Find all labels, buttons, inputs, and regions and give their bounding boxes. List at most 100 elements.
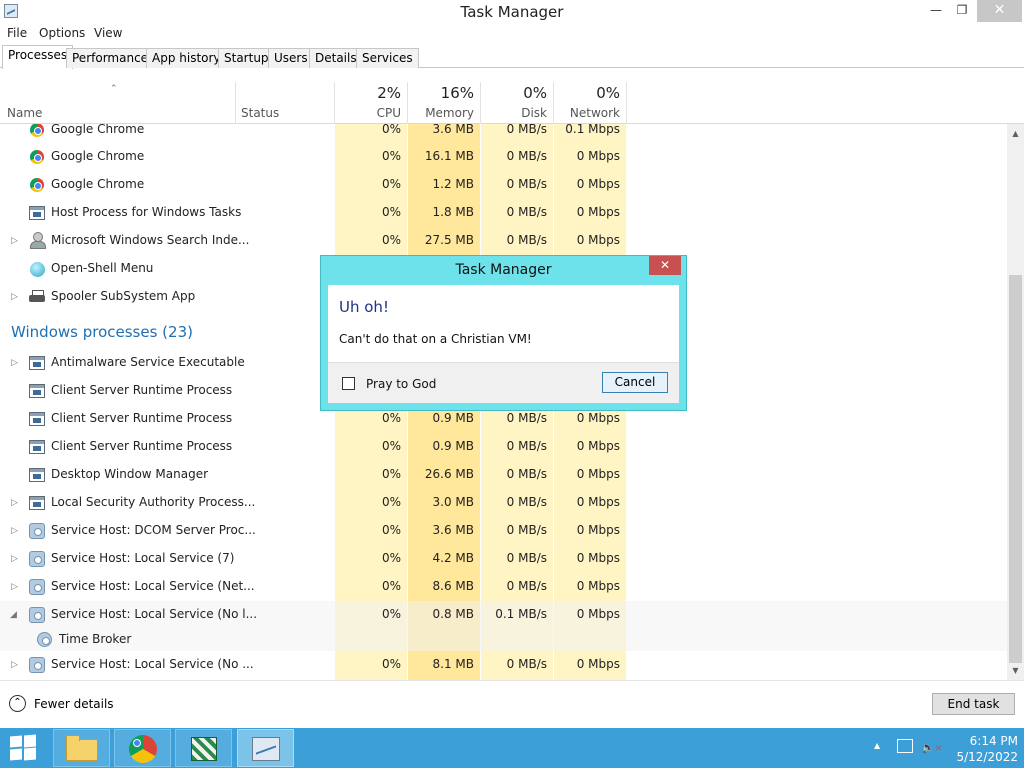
expand-chevron-icon[interactable]: ▷ [11,554,18,564]
cpu-value: 0% [381,205,401,219]
cpu-value: 0% [381,523,401,537]
memory-total: 16% [440,84,474,102]
app-window-icon [29,356,45,370]
column-name[interactable]: Name [7,106,42,120]
menu-options[interactable]: Options [39,26,85,40]
windows-start-icon[interactable] [10,734,38,761]
scroll-up-icon[interactable]: ▲ [1007,126,1024,142]
process-name[interactable]: Client Server Runtime Process [51,439,232,453]
network-icon[interactable] [897,739,913,753]
tray-expand-icon[interactable]: ▲ [874,741,880,750]
expand-chevron-icon[interactable]: ▷ [11,358,18,368]
process-name[interactable]: Service Host: Local Service (No ... [51,657,254,671]
folder-icon [66,739,98,761]
disk-value: 0 MB/s [506,657,547,671]
fewer-details-link[interactable]: Fewer details [34,697,114,711]
process-name[interactable]: Google Chrome [51,124,144,136]
pray-checkbox-label[interactable]: Pray to God [366,377,436,391]
process-name[interactable]: Service Host: Local Service (7) [51,551,234,565]
taskbar-app-window[interactable] [175,729,232,767]
tab-users[interactable]: Users [268,48,314,68]
dialog-content [328,285,679,362]
expand-chevron-icon[interactable]: ▷ [11,236,18,246]
network-total: 0% [596,84,620,102]
tab-app-history[interactable]: App history [146,48,227,68]
tray-clock[interactable]: 6:14 PM 5/12/2022 [930,733,1018,765]
process-name[interactable]: Client Server Runtime Process [51,383,232,397]
expand-chevron-icon[interactable]: ▷ [11,660,18,670]
process-name[interactable]: Service Host: Local Service (Net... [51,579,255,593]
gear-icon [29,551,45,567]
taskbar-task-manager[interactable] [237,729,294,767]
column-network[interactable]: Network [553,106,620,120]
disk-value: 0 MB/s [506,551,547,565]
dialog-close-button[interactable]: ✕ [649,256,681,275]
expand-chevron-icon[interactable]: ▷ [11,498,18,508]
dialog-cancel-button[interactable]: Cancel [602,372,668,393]
process-name[interactable]: Service Host: Local Service (No l... [51,607,257,621]
end-task-button[interactable]: End task [932,693,1015,715]
scrollbar-thumb[interactable] [1009,275,1022,663]
expand-chevron-icon[interactable]: ▷ [11,582,18,592]
app-window-icon [29,440,45,454]
process-name[interactable]: Host Process for Windows Tasks [51,205,241,219]
app-window-icon [29,496,45,510]
app-window-icon [29,384,45,398]
scroll-down-icon[interactable]: ▼ [1007,663,1024,679]
tab-strip: Processes Performance App history Startu… [0,44,1024,69]
restore-button[interactable]: ❐ [947,0,977,22]
menu-view[interactable]: View [94,26,122,40]
process-name[interactable]: Local Security Authority Process... [51,495,255,509]
disk-value: 0 MB/s [506,467,547,481]
column-cpu[interactable]: CPU [334,106,401,120]
network-value: 0 Mbps [576,523,620,537]
process-name[interactable]: Antimalware Service Executable [51,355,245,369]
tab-processes[interactable]: Processes [2,45,74,69]
cpu-value: 0% [381,233,401,247]
network-value: 0 Mbps [576,551,620,565]
memory-value: 8.1 MB [432,657,474,671]
fewer-details-icon[interactable]: ⌃ [9,695,26,712]
memory-value: 27.5 MB [424,233,474,247]
column-status[interactable]: Status [241,106,279,120]
process-name[interactable]: Service Host: DCOM Server Proc... [51,523,256,537]
menu-file[interactable]: File [7,26,27,40]
process-name[interactable]: Microsoft Windows Search Inde... [51,233,249,247]
dialog-message: Can't do that on a Christian VM! [339,332,532,346]
pray-checkbox[interactable] [342,377,355,390]
process-name[interactable]: Desktop Window Manager [51,467,208,481]
printer-icon [29,290,45,304]
collapse-chevron-icon[interactable]: ◢ [10,610,17,620]
column-memory[interactable]: Memory [407,106,474,120]
process-name[interactable]: Google Chrome [51,149,144,163]
gear-icon [29,607,45,623]
network-value: 0.1 Mbps [565,124,620,136]
expand-chevron-icon[interactable]: ▷ [11,526,18,536]
memory-value: 1.2 MB [432,177,474,191]
clock-date: 5/12/2022 [956,750,1018,764]
menu-bar: File Options View [0,24,1024,44]
column-disk[interactable]: Disk [480,106,547,120]
network-value: 0 Mbps [576,657,620,671]
taskbar-google-chrome[interactable] [114,729,171,767]
process-name[interactable]: Client Server Runtime Process [51,411,232,425]
tab-startup[interactable]: Startup [218,48,275,68]
network-value: 0 Mbps [576,607,620,621]
close-button[interactable]: ✕ [977,0,1022,22]
network-value: 0 Mbps [576,205,620,219]
taskbar-file-explorer[interactable] [53,729,110,767]
memory-value: 0.8 MB [432,607,474,621]
tab-services[interactable]: Services [356,48,419,68]
service-name[interactable]: Time Broker [59,632,131,646]
disk-value: 0.1 MB/s [495,607,547,621]
disk-total: 0% [523,84,547,102]
group-windows-processes[interactable]: Windows processes (23) [11,323,193,341]
process-name[interactable]: Google Chrome [51,177,144,191]
tab-details[interactable]: Details [309,48,363,68]
tab-performance[interactable]: Performance [66,48,155,68]
process-name[interactable]: Spooler SubSystem App [51,289,195,303]
app-window-icon [29,412,45,426]
expand-chevron-icon[interactable]: ▷ [11,292,18,302]
process-name[interactable]: Open-Shell Menu [51,261,153,275]
disk-value: 0 MB/s [506,124,547,136]
